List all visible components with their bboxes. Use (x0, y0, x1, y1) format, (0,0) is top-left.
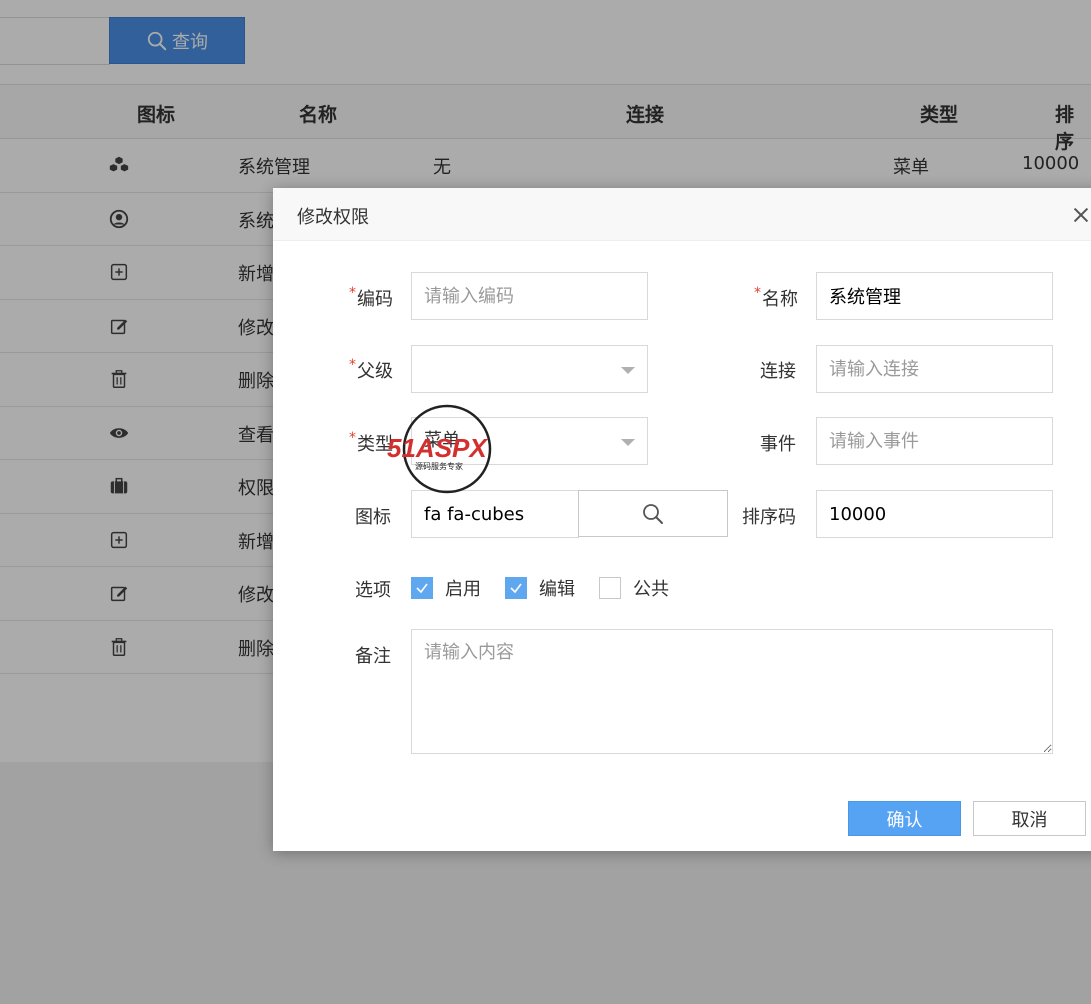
close-icon[interactable] (1070, 204, 1091, 226)
event-input[interactable] (816, 417, 1053, 465)
edit-permission-dialog: 修改权限 *编码 *名称 *父级 连接 *类型 菜单 事件 图标 排序码 选项 … (273, 188, 1091, 851)
icon-input[interactable] (411, 490, 579, 538)
watermark-logo: 51ASPX 源码服务专家 (385, 403, 515, 495)
chevron-down-icon (621, 367, 635, 374)
search-icon (643, 503, 663, 524)
name-label: *名称 (754, 285, 798, 310)
remark-label: 备注 (355, 646, 391, 667)
sort-input[interactable] (816, 490, 1053, 538)
sort-label: 排序码 (742, 507, 796, 528)
enabled-checkbox[interactable]: 启用 (411, 575, 481, 601)
required-mark: * (349, 285, 356, 301)
event-label: 事件 (760, 434, 796, 455)
cancel-button[interactable]: 取消 (973, 801, 1086, 836)
required-mark: * (349, 357, 356, 373)
check-icon (510, 583, 522, 594)
code-input[interactable] (411, 272, 648, 320)
dialog-title: 修改权限 (297, 207, 369, 228)
required-mark: * (349, 430, 356, 446)
watermark-brand: 51ASPX (387, 433, 488, 463)
dialog-header: 修改权限 (273, 188, 1091, 241)
parent-label: *父级 (349, 357, 393, 382)
checkbox-label: 公共 (633, 579, 669, 600)
checkbox-box[interactable] (505, 577, 527, 599)
icon-search-button[interactable] (578, 490, 728, 537)
checkbox-box[interactable] (599, 577, 621, 599)
check-icon (416, 583, 428, 594)
chevron-down-icon (621, 439, 635, 446)
confirm-button[interactable]: 确认 (848, 801, 961, 836)
checkbox-label: 编辑 (539, 579, 575, 600)
options-label: 选项 (355, 580, 391, 601)
editable-checkbox[interactable]: 编辑 (505, 575, 575, 601)
public-checkbox[interactable]: 公共 (599, 575, 669, 601)
code-label: *编码 (349, 285, 393, 310)
watermark-tagline: 源码服务专家 (415, 461, 463, 471)
name-input[interactable] (816, 272, 1053, 320)
checkbox-box[interactable] (411, 577, 433, 599)
link-label: 连接 (760, 361, 796, 382)
icon-label: 图标 (355, 507, 391, 528)
remark-textarea[interactable] (411, 629, 1053, 754)
checkbox-label: 启用 (445, 579, 481, 600)
parent-select[interactable] (411, 345, 648, 393)
required-mark: * (754, 285, 761, 301)
link-input[interactable] (816, 345, 1053, 393)
options-checkbox-group: 启用 编辑 公共 (411, 575, 693, 601)
